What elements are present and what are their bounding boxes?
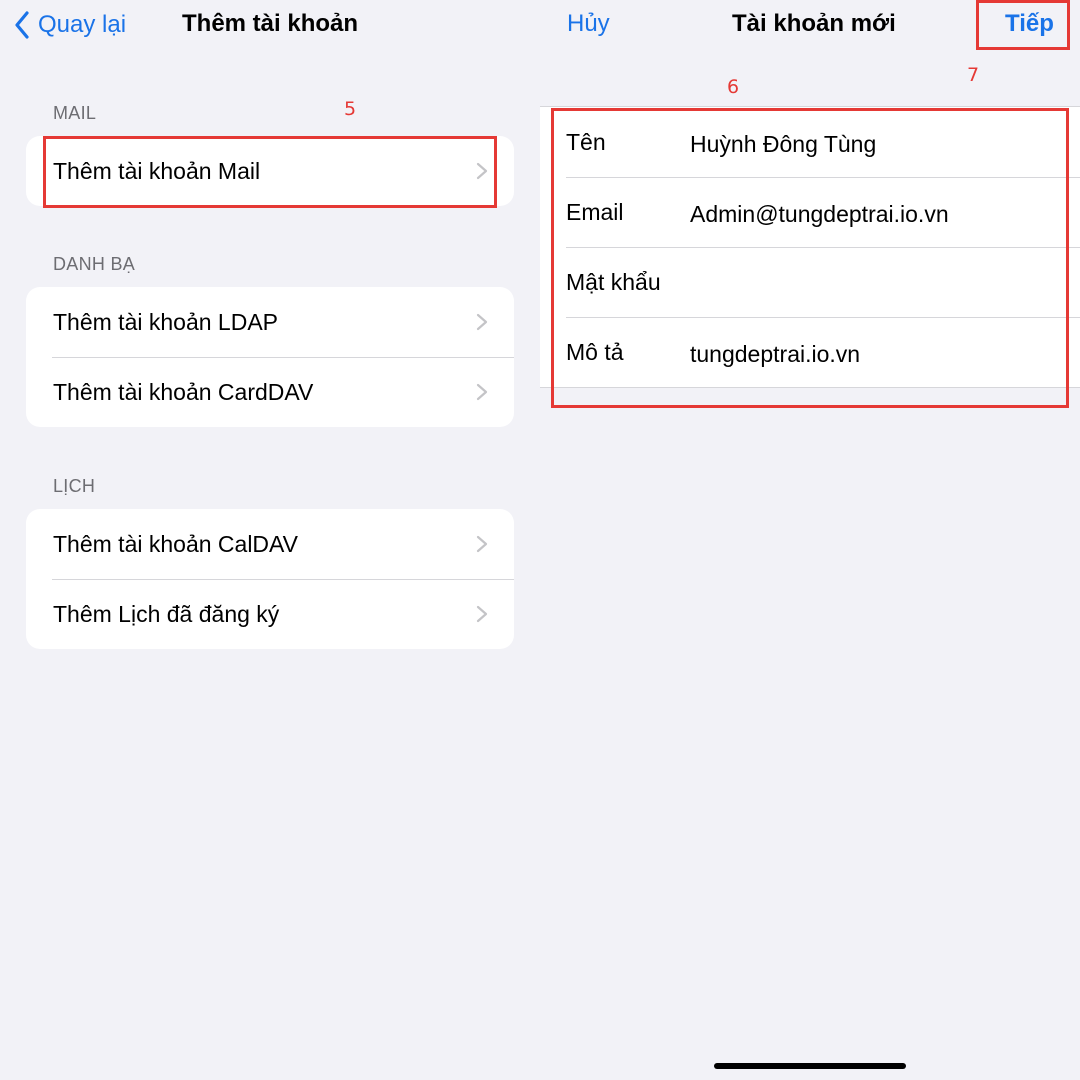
name-field[interactable] [690,129,1060,159]
email-label: Email [566,199,624,225]
password-field[interactable] [690,269,1060,299]
name-label: Tên [566,129,606,155]
row-label: Thêm tài khoản CardDAV [53,378,314,405]
calendar-group: Thêm tài khoản CalDAV Thêm Lịch đã đăng … [26,509,514,649]
form-row-email: Email [540,177,1080,247]
account-form: Tên Email Mật khẩu Mô tả [540,106,1080,388]
contacts-group: Thêm tài khoản LDAP Thêm tài khoản CardD… [26,287,514,427]
form-row-description: Mô tả [540,317,1080,387]
add-account-screen: Quay lại Thêm tài khoản MAIL Thêm tài kh… [0,0,540,1080]
row-label: Thêm tài khoản CalDAV [53,530,299,557]
chevron-right-icon [476,313,488,331]
chevron-right-icon [476,162,488,180]
section-header-mail: MAIL [53,103,97,123]
form-row-name: Tên [540,107,1080,177]
new-account-screen: Hủy Tài khoản mới Tiếp Tên Email Mật khẩ… [540,0,1080,1080]
add-carddav-account-row[interactable]: Thêm tài khoản CardDAV [26,357,514,427]
annotation-step-5: 5 [344,98,357,120]
email-field[interactable] [690,199,1060,229]
section-header-contacts: DANH BẠ [53,254,136,274]
page-title: Tài khoản mới [732,10,896,37]
next-button[interactable]: Tiếp [1005,10,1054,38]
add-caldav-account-row[interactable]: Thêm tài khoản CalDAV [26,509,514,579]
description-label: Mô tả [566,339,624,365]
row-label: Thêm Lịch đã đăng ký [53,600,280,627]
chevron-right-icon [476,535,488,553]
cancel-button[interactable]: Hủy [567,10,610,38]
annotation-step-6: 6 [727,76,740,98]
chevron-right-icon [476,383,488,401]
home-indicator [714,1063,906,1069]
page-title: Thêm tài khoản [182,10,359,37]
add-ldap-account-row[interactable]: Thêm tài khoản LDAP [26,287,514,357]
chevron-left-icon [15,11,29,39]
description-field[interactable] [690,339,1060,369]
add-subscribed-calendar-row[interactable]: Thêm Lịch đã đăng ký [26,579,514,649]
back-button[interactable]: Quay lại [14,8,126,42]
annotation-step-7: 7 [967,64,980,86]
section-header-calendar: LỊCH [53,476,96,496]
back-button-label: Quay lại [38,11,127,38]
add-mail-account-row[interactable]: Thêm tài khoản Mail [26,136,514,206]
row-label: Thêm tài khoản Mail [53,157,261,184]
mail-group: Thêm tài khoản Mail [26,136,514,206]
chevron-right-icon [476,605,488,623]
row-label: Thêm tài khoản LDAP [53,308,279,335]
password-label: Mật khẩu [566,269,661,295]
form-row-password: Mật khẩu [540,247,1080,317]
